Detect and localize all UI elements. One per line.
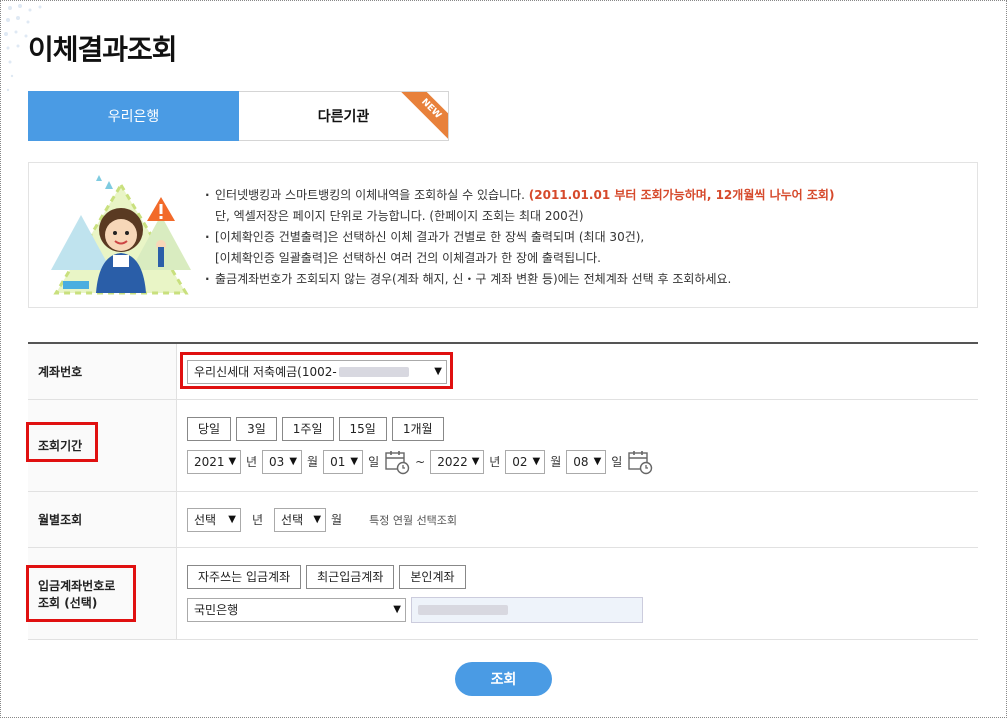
monthly-month-value: 선택 <box>281 513 304 527</box>
period-15days-button[interactable]: 15일 <box>338 416 387 441</box>
end-year-value: 2022 <box>437 454 468 469</box>
notice-item: [이체확인증 건별출력]은 선택하신 이체 결과가 건별로 한 장씩 출력되며 … <box>205 227 834 248</box>
calendar-icon[interactable] <box>627 449 653 475</box>
notice-text: 출금계좌번호가 조회되지 않는 경우(계좌 해지, 신・구 계좌 변환 등)에는… <box>215 272 732 286</box>
chevron-down-icon: ▼ <box>593 456 602 467</box>
start-month-select[interactable]: 03 ▼ <box>262 449 303 474</box>
monthly-line: 선택 ▼ 년 선택 ▼ 월 특정 연월 선택조회 <box>187 507 978 532</box>
row-monthly: 월별조회 선택 ▼ 년 선택 ▼ 월 특정 연월 선택조회 <box>28 492 978 548</box>
chevron-down-icon: ▼ <box>393 604 401 615</box>
quick-period-buttons: 당일 3일 1주일 15일 1개월 <box>187 416 978 441</box>
chevron-down-icon: ▼ <box>532 456 541 467</box>
frequent-accounts-button[interactable]: 자주쓰는 입금계좌 <box>187 564 302 589</box>
recent-accounts-button[interactable]: 최근입금계좌 <box>306 564 395 589</box>
calendar-icon[interactable] <box>384 449 410 475</box>
row-deposit-account: 입금계좌번호로 조회 (선택) 자주쓰는 입금계좌 최근입금계좌 본인계좌 국민… <box>28 548 978 640</box>
account-line: 우리신세대 저축예금(1002- ▼ <box>180 352 978 389</box>
period-1week-button[interactable]: 1주일 <box>281 416 334 441</box>
notice-box: 인터넷뱅킹과 스마트뱅킹의 이체내역을 조회하실 수 있습니다. (2011.0… <box>28 162 978 308</box>
warning-icon <box>147 197 175 221</box>
start-day-select[interactable]: 01 ▼ <box>323 449 364 474</box>
end-year-select[interactable]: 2022 ▼ <box>430 449 485 474</box>
day-unit: 일 <box>611 455 623 469</box>
start-day-value: 01 <box>330 454 346 469</box>
range-separator: ~ <box>415 454 426 469</box>
annotation-deposit <box>26 565 136 622</box>
notice-highlight: (2011.01.01 부터 조회가능하며, 12개월씩 나누어 조회) <box>528 188 835 202</box>
end-month-select[interactable]: 02 ▼ <box>505 449 546 474</box>
tab-woori-bank[interactable]: 우리은행 <box>28 91 239 141</box>
notice-list: 인터넷뱅킹과 스마트뱅킹의 이체내역을 조회하실 수 있습니다. (2011.0… <box>205 185 834 290</box>
end-day-select[interactable]: 08 ▼ <box>566 449 607 474</box>
monthly-year-select[interactable]: 선택 ▼ <box>187 507 241 532</box>
account-cell: 우리신세대 저축예금(1002- ▼ <box>177 344 978 399</box>
monthly-month-select[interactable]: 선택 ▼ <box>274 507 327 532</box>
monthly-cell: 선택 ▼ 년 선택 ▼ 월 특정 연월 선택조회 <box>177 492 978 547</box>
deposit-buttons: 자주쓰는 입금계좌 최근입금계좌 본인계좌 <box>187 564 978 589</box>
tab-label: 우리은행 <box>107 109 160 125</box>
deposit-cell: 자주쓰는 입금계좌 최근입금계좌 본인계좌 국민은행 ▼ <box>177 548 978 639</box>
row-account: 계좌번호 우리신세대 저축예금(1002- ▼ <box>28 344 978 400</box>
search-button[interactable]: 조회 <box>455 662 552 696</box>
monthly-note: 특정 연월 선택조회 <box>369 513 458 527</box>
notice-item: 단, 엑셀저장은 페이지 단위로 가능합니다. (한페이지 조회는 최대 200… <box>205 206 834 227</box>
period-today-button[interactable]: 당일 <box>187 416 232 441</box>
year-unit: 년 <box>246 455 258 469</box>
start-month-value: 03 <box>269 454 285 469</box>
my-accounts-button[interactable]: 본인계좌 <box>399 564 466 589</box>
banker-illustration <box>51 175 191 295</box>
start-year-select[interactable]: 2021 ▼ <box>187 449 241 474</box>
row-period: 조회기간 당일 3일 1주일 15일 1개월 2021 ▼ 년 03 ▼ 월 01 ▼… <box>28 400 978 492</box>
annotation-account <box>180 352 453 389</box>
chevron-down-icon: ▼ <box>289 456 298 467</box>
notice-text: 단, 엑셀저장은 페이지 단위로 가능합니다. (한페이지 조회는 최대 200… <box>215 209 584 223</box>
chevron-down-icon: ▼ <box>228 456 237 467</box>
notice-text: [이체확인증 일괄출력]은 선택하신 여러 건의 이체결과가 한 장에 출력됩니… <box>215 251 601 265</box>
notice-item: 인터넷뱅킹과 스마트뱅킹의 이체내역을 조회하실 수 있습니다. (2011.0… <box>205 185 834 206</box>
notice-item: [이체확인증 일괄출력]은 선택하신 여러 건의 이체결과가 한 장에 출력됩니… <box>205 248 834 269</box>
end-day-value: 08 <box>573 454 589 469</box>
end-month-value: 02 <box>512 454 528 469</box>
month-unit: 월 <box>331 513 343 527</box>
page-title: 이체결과조회 <box>28 33 178 66</box>
day-unit: 일 <box>368 455 380 469</box>
period-cell: 당일 3일 1주일 15일 1개월 2021▼ 년 03▼ 월 01▼ 일 <box>177 400 978 491</box>
period-1month-button[interactable]: 1개월 <box>391 416 444 441</box>
month-unit: 월 <box>307 455 319 469</box>
deposit-account-input[interactable] <box>411 596 643 623</box>
chevron-down-icon: ▼ <box>228 514 236 525</box>
deposit-inputs: 국민은행 ▼ <box>187 596 978 623</box>
search-form: 계좌번호 우리신세대 저축예금(1002- ▼ 조회기간 당일 3일 1주일 1… <box>28 342 978 640</box>
notice-text: [이체확인증 건별출력]은 선택하신 이체 결과가 건별로 한 장씩 출력되며 … <box>215 230 645 244</box>
tab-label: 다른기관 <box>317 109 370 125</box>
year-unit: 년 <box>489 455 501 469</box>
annotation-period <box>26 422 98 462</box>
date-range: 2021▼ 년 03▼ 월 01▼ 일 ~ 2022▼ 년 02▼ 월 <box>187 449 978 475</box>
tab-other-institutions[interactable]: 다른기관 NEW <box>239 91 449 141</box>
tab-bar: 우리은행 다른기관 NEW <box>28 91 449 141</box>
start-year-value: 2021 <box>194 454 225 469</box>
notice-item: 출금계좌번호가 조회되지 않는 경우(계좌 해지, 신・구 계좌 변환 등)에는… <box>205 269 834 290</box>
month-unit: 월 <box>550 455 562 469</box>
chevron-down-icon: ▼ <box>471 456 480 467</box>
monthly-year-value: 선택 <box>194 513 217 527</box>
year-unit: 년 <box>252 513 264 527</box>
bank-select-value: 국민은행 <box>194 603 239 617</box>
notice-text: 인터넷뱅킹과 스마트뱅킹의 이체내역을 조회하실 수 있습니다. <box>215 188 525 202</box>
chevron-down-icon: ▼ <box>350 456 359 467</box>
period-3days-button[interactable]: 3일 <box>236 416 277 441</box>
account-label: 계좌번호 <box>28 344 177 399</box>
chevron-down-icon: ▼ <box>313 514 322 525</box>
monthly-label: 월별조회 <box>28 492 177 547</box>
masked-account-number <box>418 604 508 615</box>
new-badge: NEW <box>399 92 448 140</box>
bank-select[interactable]: 국민은행 ▼ <box>187 597 406 622</box>
